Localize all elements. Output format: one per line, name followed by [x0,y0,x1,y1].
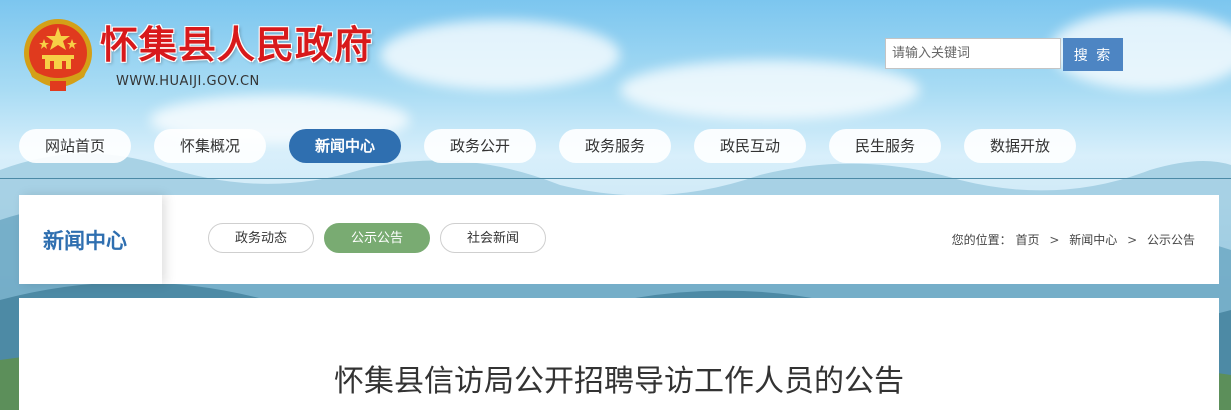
breadcrumb-item-home[interactable]: 首页 [1016,231,1040,248]
article-title: 怀集县信访局公开招聘导访工作人员的公告 [334,364,904,399]
section-title: 新闻中心 [43,229,127,253]
breadcrumb-item-news-center[interactable]: 新闻中心 [1069,231,1117,248]
tab-social-news[interactable]: 社会新闻 [440,223,546,253]
tab-public-notices[interactable]: 公示公告 [324,223,430,253]
nav-item-news-center[interactable]: 新闻中心 [289,129,401,163]
site-url: WWW.HUAIJI.GOV.CN [116,74,260,89]
nav-item-interaction[interactable]: 政民互动 [694,129,806,163]
tab-gov-news[interactable]: 政务动态 [208,223,314,253]
section-panel: 新闻中心 政务动态 公示公告 社会新闻 您的位置： 首页 > 新闻中心 > 公示… [19,195,1219,284]
cloud-decoration [620,60,920,120]
article-container: 怀集县信访局公开招聘导访工作人员的公告 [19,298,1219,410]
search-button[interactable]: 搜 索 [1063,38,1123,71]
nav-item-overview[interactable]: 怀集概况 [154,129,266,163]
nav-divider [0,178,1231,179]
breadcrumb-item-public-notices[interactable]: 公示公告 [1147,231,1195,248]
nav-item-home[interactable]: 网站首页 [19,129,131,163]
site-title[interactable]: 怀集县人民政府 [100,14,373,69]
breadcrumb-prefix: 您的位置： [951,233,1012,247]
breadcrumb: 您的位置： 首页 > 新闻中心 > 公示公告 [952,231,1195,248]
breadcrumb-separator: > [1127,233,1138,247]
nav-item-gov-affairs-open[interactable]: 政务公开 [424,129,536,163]
national-emblem-icon [24,19,92,91]
nav-item-gov-services[interactable]: 政务服务 [559,129,671,163]
nav-item-livelihood[interactable]: 民生服务 [829,129,941,163]
cloud-decoration [380,20,620,90]
breadcrumb-separator: > [1049,233,1060,247]
nav-item-open-data[interactable]: 数据开放 [964,129,1076,163]
section-title-box: 新闻中心 [19,195,162,284]
search-input[interactable] [885,38,1061,69]
